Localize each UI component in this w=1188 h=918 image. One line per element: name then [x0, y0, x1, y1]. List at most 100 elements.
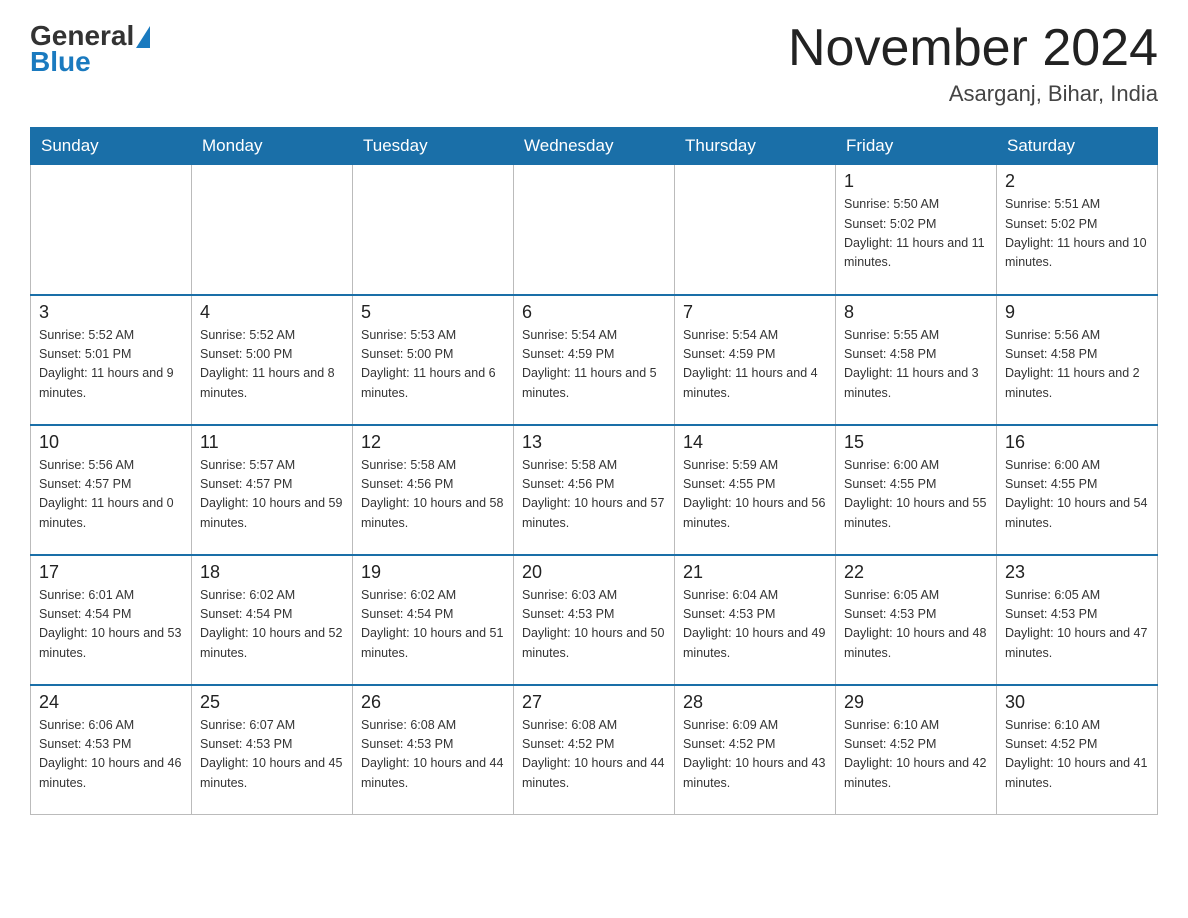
day-info: Sunrise: 5:56 AMSunset: 4:57 PMDaylight:… — [39, 456, 183, 534]
day-info: Sunrise: 5:54 AMSunset: 4:59 PMDaylight:… — [683, 326, 827, 404]
day-number: 2 — [1005, 171, 1149, 192]
table-row — [675, 165, 836, 295]
table-row: 13Sunrise: 5:58 AMSunset: 4:56 PMDayligh… — [514, 425, 675, 555]
logo-blue-text: Blue — [30, 46, 91, 78]
day-info: Sunrise: 6:08 AMSunset: 4:52 PMDaylight:… — [522, 716, 666, 794]
table-row — [192, 165, 353, 295]
title-area: November 2024 Asarganj, Bihar, India — [788, 20, 1158, 107]
day-info: Sunrise: 6:04 AMSunset: 4:53 PMDaylight:… — [683, 586, 827, 664]
day-info: Sunrise: 5:54 AMSunset: 4:59 PMDaylight:… — [522, 326, 666, 404]
table-row: 24 Sunrise: 6:06 AMSunset: 4:53 PMDayligh… — [31, 685, 192, 815]
table-row: 16 Sunrise: 6:00 AMSunset: 4:55 PMDayligh… — [997, 425, 1158, 555]
table-row: 8 Sunrise: 5:55 AMSunset: 4:58 PMDaylight… — [836, 295, 997, 425]
day-info: Sunrise: 6:02 AMSunset: 4:54 PMDaylight:… — [200, 586, 344, 664]
day-number: 11 — [200, 432, 344, 453]
day-number: 26 — [361, 692, 505, 713]
day-number: 12 — [361, 432, 505, 453]
day-number: 3 — [39, 302, 183, 323]
day-info: Sunrise: 5:58 AMSunset: 4:56 PMDaylight:… — [361, 456, 505, 534]
day-info: Sunrise: 6:01 AMSunset: 4:54 PMDaylight:… — [39, 586, 183, 664]
day-info: Sunrise: 6:10 AMSunset: 4:52 PMDaylight:… — [1005, 716, 1149, 794]
header-monday: Monday — [192, 128, 353, 165]
table-row — [31, 165, 192, 295]
day-number: 13 — [522, 432, 666, 453]
table-row: 10 Sunrise: 5:56 AMSunset: 4:57 PMDayligh… — [31, 425, 192, 555]
table-row: 23 Sunrise: 6:05 AMSunset: 4:53 PMDayligh… — [997, 555, 1158, 685]
day-number: 22 — [844, 562, 988, 583]
table-row: 7Sunrise: 5:54 AMSunset: 4:59 PMDaylight… — [675, 295, 836, 425]
header-wednesday: Wednesday — [514, 128, 675, 165]
logo: General Blue — [30, 20, 150, 78]
month-title: November 2024 — [788, 20, 1158, 77]
day-number: 15 — [844, 432, 988, 453]
day-number: 10 — [39, 432, 183, 453]
day-number: 9 — [1005, 302, 1149, 323]
table-row: 27 Sunrise: 6:08 AMSunset: 4:52 PMDayligh… — [514, 685, 675, 815]
table-row: 19Sunrise: 6:02 AMSunset: 4:54 PMDayligh… — [353, 555, 514, 685]
table-row: 22 Sunrise: 6:05 AMSunset: 4:53 PMDayligh… — [836, 555, 997, 685]
calendar-week-row: 10 Sunrise: 5:56 AMSunset: 4:57 PMDayligh… — [31, 425, 1158, 555]
day-number: 23 — [1005, 562, 1149, 583]
table-row: 18 Sunrise: 6:02 AMSunset: 4:54 PMDayligh… — [192, 555, 353, 685]
day-info: Sunrise: 5:53 AMSunset: 5:00 PMDaylight:… — [361, 326, 505, 404]
day-info: Sunrise: 6:00 AMSunset: 4:55 PMDaylight:… — [1005, 456, 1149, 534]
calendar-table: Sunday Monday Tuesday Wednesday Thursday… — [30, 127, 1158, 815]
day-info: Sunrise: 6:03 AMSunset: 4:53 PMDaylight:… — [522, 586, 666, 664]
day-info: Sunrise: 6:09 AMSunset: 4:52 PMDaylight:… — [683, 716, 827, 794]
day-number: 1 — [844, 171, 988, 192]
day-number: 28 — [683, 692, 827, 713]
day-info: Sunrise: 6:00 AMSunset: 4:55 PMDaylight:… — [844, 456, 988, 534]
header-saturday: Saturday — [997, 128, 1158, 165]
table-row — [514, 165, 675, 295]
day-info: Sunrise: 5:51 AMSunset: 5:02 PMDaylight:… — [1005, 195, 1149, 273]
day-number: 19 — [361, 562, 505, 583]
table-row: 6 Sunrise: 5:54 AMSunset: 4:59 PMDaylight… — [514, 295, 675, 425]
day-info: Sunrise: 6:06 AMSunset: 4:53 PMDaylight:… — [39, 716, 183, 794]
page-header: General Blue November 2024 Asarganj, Bih… — [30, 20, 1158, 107]
day-number: 14 — [683, 432, 827, 453]
calendar-week-row: 24 Sunrise: 6:06 AMSunset: 4:53 PMDayligh… — [31, 685, 1158, 815]
header-thursday: Thursday — [675, 128, 836, 165]
table-row: 28 Sunrise: 6:09 AMSunset: 4:52 PMDayligh… — [675, 685, 836, 815]
calendar-week-row: 1Sunrise: 5:50 AMSunset: 5:02 PMDaylight… — [31, 165, 1158, 295]
table-row: 9 Sunrise: 5:56 AMSunset: 4:58 PMDaylight… — [997, 295, 1158, 425]
day-number: 17 — [39, 562, 183, 583]
day-info: Sunrise: 6:05 AMSunset: 4:53 PMDaylight:… — [844, 586, 988, 664]
table-row: 11 Sunrise: 5:57 AMSunset: 4:57 PMDayligh… — [192, 425, 353, 555]
table-row: 1Sunrise: 5:50 AMSunset: 5:02 PMDaylight… — [836, 165, 997, 295]
day-number: 30 — [1005, 692, 1149, 713]
location: Asarganj, Bihar, India — [788, 81, 1158, 107]
table-row: 5 Sunrise: 5:53 AMSunset: 5:00 PMDaylight… — [353, 295, 514, 425]
header-tuesday: Tuesday — [353, 128, 514, 165]
table-row: 29 Sunrise: 6:10 AMSunset: 4:52 PMDayligh… — [836, 685, 997, 815]
table-row: 26 Sunrise: 6:08 AMSunset: 4:53 PMDayligh… — [353, 685, 514, 815]
calendar-week-row: 3 Sunrise: 5:52 AMSunset: 5:01 PMDaylight… — [31, 295, 1158, 425]
day-info: Sunrise: 5:56 AMSunset: 4:58 PMDaylight:… — [1005, 326, 1149, 404]
table-row: 14 Sunrise: 5:59 AMSunset: 4:55 PMDayligh… — [675, 425, 836, 555]
day-info: Sunrise: 6:10 AMSunset: 4:52 PMDaylight:… — [844, 716, 988, 794]
day-number: 29 — [844, 692, 988, 713]
table-row: 3 Sunrise: 5:52 AMSunset: 5:01 PMDaylight… — [31, 295, 192, 425]
day-info: Sunrise: 5:52 AMSunset: 5:01 PMDaylight:… — [39, 326, 183, 404]
day-number: 8 — [844, 302, 988, 323]
day-number: 21 — [683, 562, 827, 583]
day-number: 5 — [361, 302, 505, 323]
day-number: 24 — [39, 692, 183, 713]
table-row: 17 Sunrise: 6:01 AMSunset: 4:54 PMDayligh… — [31, 555, 192, 685]
table-row: 15 Sunrise: 6:00 AMSunset: 4:55 PMDayligh… — [836, 425, 997, 555]
day-info: Sunrise: 5:52 AMSunset: 5:00 PMDaylight:… — [200, 326, 344, 404]
calendar-week-row: 17 Sunrise: 6:01 AMSunset: 4:54 PMDayligh… — [31, 555, 1158, 685]
day-info: Sunrise: 6:05 AMSunset: 4:53 PMDaylight:… — [1005, 586, 1149, 664]
table-row: 2 Sunrise: 5:51 AMSunset: 5:02 PMDaylight… — [997, 165, 1158, 295]
day-info: Sunrise: 6:08 AMSunset: 4:53 PMDaylight:… — [361, 716, 505, 794]
day-info: Sunrise: 5:57 AMSunset: 4:57 PMDaylight:… — [200, 456, 344, 534]
header-sunday: Sunday — [31, 128, 192, 165]
day-number: 18 — [200, 562, 344, 583]
day-number: 16 — [1005, 432, 1149, 453]
day-info: Sunrise: 5:55 AMSunset: 4:58 PMDaylight:… — [844, 326, 988, 404]
header-friday: Friday — [836, 128, 997, 165]
day-number: 6 — [522, 302, 666, 323]
day-info: Sunrise: 5:59 AMSunset: 4:55 PMDaylight:… — [683, 456, 827, 534]
day-number: 27 — [522, 692, 666, 713]
table-row — [353, 165, 514, 295]
